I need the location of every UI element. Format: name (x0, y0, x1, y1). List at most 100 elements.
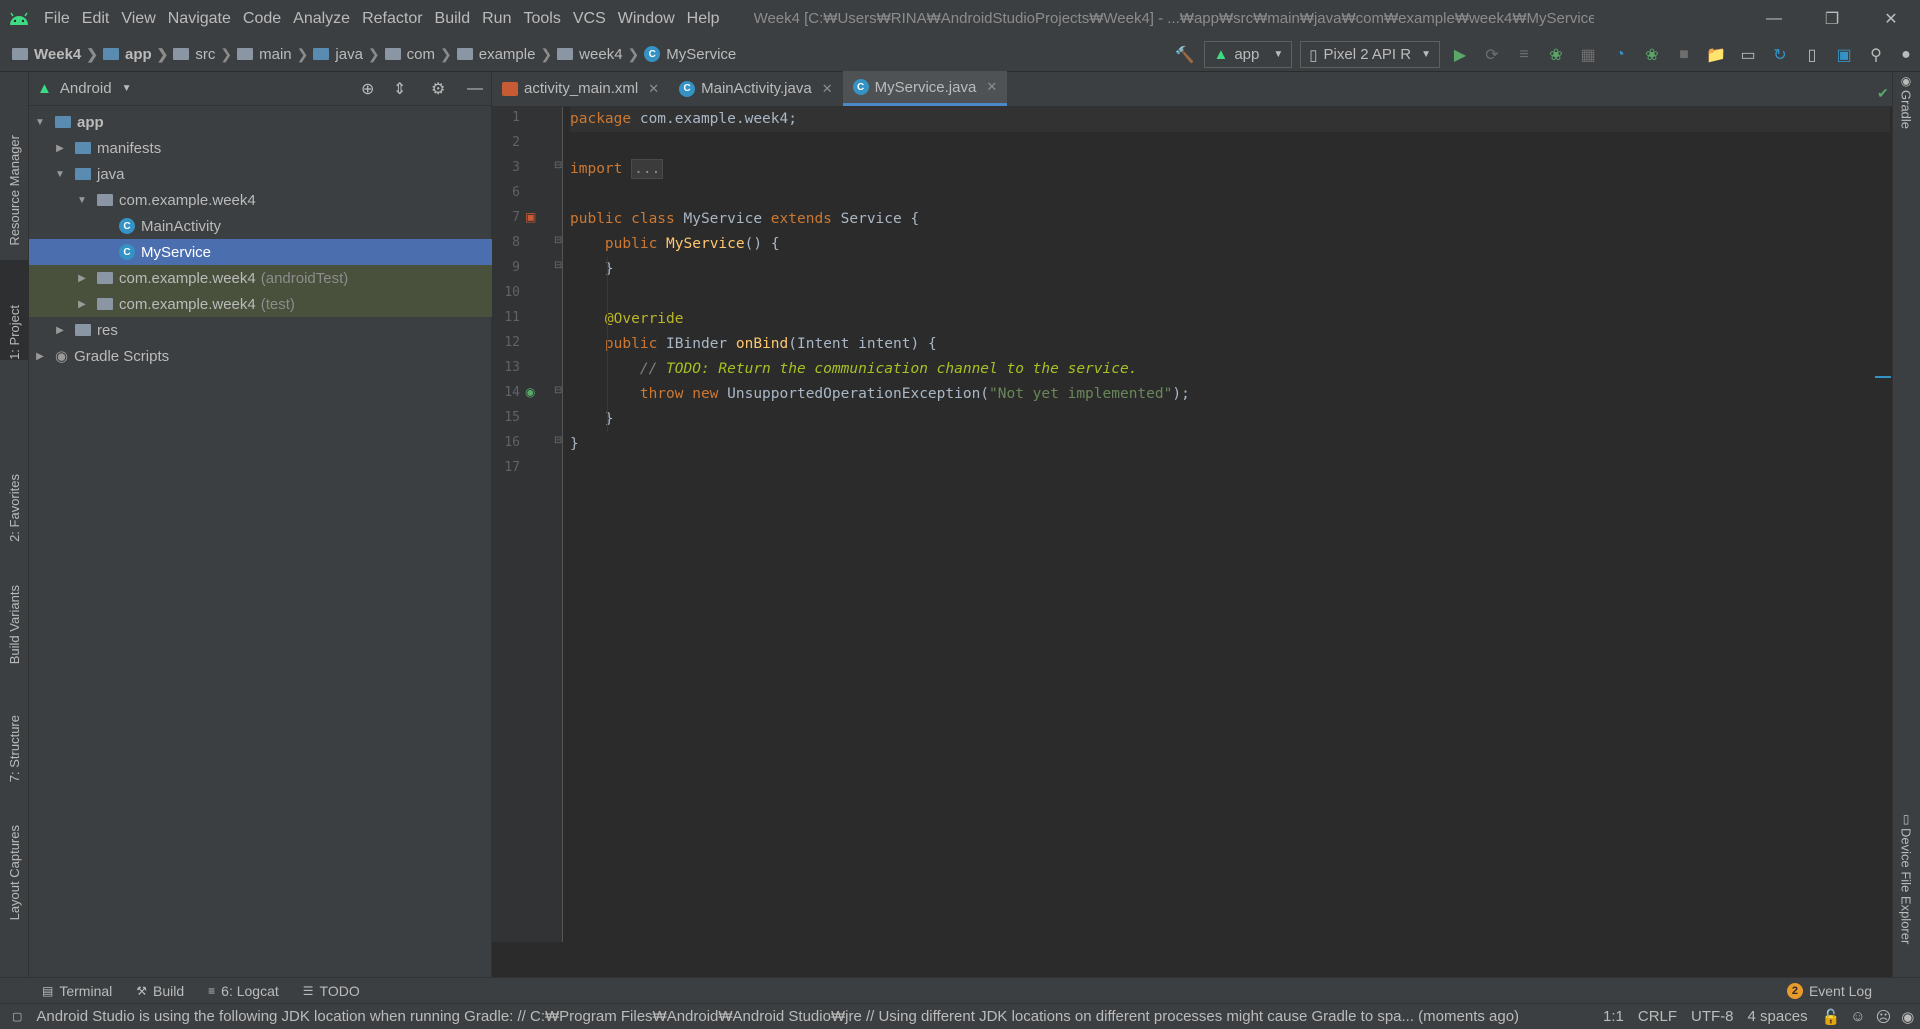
menu-vcs[interactable]: VCS (567, 0, 612, 37)
close-window-button[interactable]: ✕ (1862, 0, 1920, 37)
fold-icon[interactable]: ⊟ (554, 160, 562, 171)
breadcrumb-src[interactable]: src ❯ (173, 37, 237, 72)
tab-build-variants[interactable]: Build Variants (0, 564, 29, 664)
menu-refactor[interactable]: Refactor (356, 0, 428, 37)
menu-tools[interactable]: Tools (517, 0, 566, 37)
close-icon[interactable]: ✕ (986, 79, 997, 95)
collapse-arrow-icon[interactable]: ▶ (53, 143, 67, 154)
tree-item-java[interactable]: ▼ java (29, 161, 492, 187)
minimize-button[interactable]: — (1745, 0, 1803, 37)
fold-icon[interactable]: ⊟ (554, 235, 562, 246)
menu-window[interactable]: Window (612, 0, 681, 37)
gradle-sync-icon[interactable]: ↻ (1764, 37, 1796, 72)
menu-code[interactable]: Code (237, 0, 287, 37)
tree-item-mainactivity[interactable]: C MainActivity (29, 213, 492, 239)
check-icon[interactable]: ✔ (1877, 85, 1889, 102)
fold-icon[interactable]: ⊟ (554, 385, 562, 396)
sdk-manager-icon[interactable]: ▣ (1828, 37, 1860, 72)
device-select[interactable]: ▯ Pixel 2 API R ▼ (1300, 41, 1440, 68)
breadcrumb-week4[interactable]: week4 ❯ (557, 37, 644, 72)
tab-layout-captures[interactable]: Layout Captures (0, 800, 29, 920)
menu-analyze[interactable]: Analyze (287, 0, 356, 37)
folded-imports[interactable]: ... (631, 159, 664, 179)
tab-todo[interactable]: ☰ TODO (303, 983, 360, 999)
tab-project[interactable]: 1: Project (0, 260, 29, 360)
breadcrumb-project[interactable]: Week4 ❯ (12, 37, 103, 72)
tab-device-file-explorer[interactable]: ▯ Device File Explorer (1892, 812, 1920, 972)
collapse-arrow-icon[interactable]: ▶ (33, 351, 47, 362)
status-message[interactable]: Android Studio is using the following JD… (36, 1008, 1519, 1025)
menu-run[interactable]: Run (476, 0, 517, 37)
tree-item-package[interactable]: ▼ com.example.week4 (29, 187, 492, 213)
run-icon[interactable]: ▶ (1444, 37, 1476, 72)
event-log-button[interactable]: 2 Event Log (1786, 982, 1872, 999)
tool-window-toggle-icon[interactable]: ▢ (12, 1010, 22, 1023)
smile-icon[interactable]: ☺ (1850, 1008, 1865, 1025)
breadcrumb-com[interactable]: com ❯ (384, 37, 457, 72)
project-view-select[interactable]: Android (60, 80, 112, 97)
tree-item-manifests[interactable]: ▶ manifests (29, 135, 492, 161)
tree-item-gradle-scripts[interactable]: ▶ ◉ Gradle Scripts (29, 343, 492, 369)
tab-myservice-java[interactable]: C MyService.java ✕ (842, 71, 1008, 106)
tree-item-androidtest-package[interactable]: ▶ com.example.week4 (androidTest) (29, 265, 492, 291)
menu-edit[interactable]: Edit (76, 0, 116, 37)
restore-button[interactable]: ❐ (1803, 0, 1861, 37)
stop-icon[interactable]: ■ (1668, 37, 1700, 72)
tree-item-app[interactable]: ▼ app (29, 109, 492, 135)
debug-process-icon[interactable]: ❀ (1636, 37, 1668, 72)
expand-arrow-icon[interactable]: ▼ (53, 169, 67, 180)
tab-terminal[interactable]: ▤ Terminal (42, 983, 112, 999)
lock-icon[interactable]: 🔓 (1822, 1008, 1841, 1026)
service-gutter-icon[interactable]: ▣ (525, 210, 536, 224)
menu-view[interactable]: View (115, 0, 161, 37)
collapse-all-icon[interactable]: ⇕ (393, 79, 406, 99)
collapse-arrow-icon[interactable]: ▶ (53, 325, 67, 336)
breadcrumb-main[interactable]: main ❯ (237, 37, 313, 72)
chevron-down-icon[interactable]: ▼ (122, 83, 132, 94)
fold-icon[interactable]: ⊟ (554, 260, 562, 271)
indent-setting[interactable]: 4 spaces (1748, 1008, 1808, 1025)
expand-arrow-icon[interactable]: ▼ (75, 195, 89, 206)
tab-logcat[interactable]: ≡ 6: Logcat (208, 983, 279, 999)
tab-mainactivity-java[interactable]: C MainActivity.java ✕ (669, 71, 843, 106)
scroll-marker[interactable] (1875, 376, 1891, 378)
menu-navigate[interactable]: Navigate (162, 0, 237, 37)
debug-icon[interactable]: ❀ (1540, 37, 1572, 72)
gear-icon[interactable]: ⚙ (431, 79, 445, 99)
sync-project-icon[interactable]: 📁 (1700, 37, 1732, 72)
apply-changes-icon[interactable]: ⟳ (1476, 37, 1508, 72)
memory-indicator-icon[interactable]: ◉ (1901, 1008, 1914, 1026)
tab-structure[interactable]: 7: Structure (0, 692, 29, 782)
collapse-arrow-icon[interactable]: ▶ (75, 273, 89, 284)
attach-debugger-icon[interactable]: ▦ (1572, 37, 1604, 72)
profile-icon[interactable]: ◔ (1604, 37, 1636, 72)
line-separator[interactable]: CRLF (1638, 1008, 1677, 1025)
run-config-select[interactable]: ▲ app ▼ (1204, 41, 1293, 68)
menu-help[interactable]: Help (681, 0, 726, 37)
tree-item-myservice[interactable]: C MyService (29, 239, 492, 265)
breadcrumb-example[interactable]: example ❯ (456, 37, 557, 72)
override-gutter-icon[interactable]: ◉ (525, 385, 535, 399)
search-icon[interactable]: ⚲ (1860, 37, 1892, 72)
menu-file[interactable]: File (38, 0, 76, 37)
avd-manager-icon[interactable]: ▭ (1732, 37, 1764, 72)
expand-arrow-icon[interactable]: ▼ (33, 117, 47, 128)
device-manager-icon[interactable]: ▯ (1796, 37, 1828, 72)
close-icon[interactable]: ✕ (822, 81, 833, 97)
tab-activity-main-xml[interactable]: activity_main.xml ✕ (492, 71, 669, 106)
tab-favorites[interactable]: 2: Favorites (0, 442, 29, 542)
breadcrumb-file[interactable]: C MyService (644, 37, 736, 72)
menu-build[interactable]: Build (429, 0, 477, 37)
tab-resource-manager[interactable]: Resource Manager (0, 86, 29, 246)
close-icon[interactable]: ✕ (648, 81, 659, 97)
fold-icon[interactable]: ⊟ (554, 435, 562, 446)
hide-icon[interactable]: — (467, 80, 483, 98)
account-icon[interactable]: ● (1892, 37, 1920, 72)
tree-item-test-package[interactable]: ▶ com.example.week4 (test) (29, 291, 492, 317)
apply-code-changes-icon[interactable]: ≡ (1508, 37, 1540, 72)
locate-icon[interactable]: ⊕ (361, 79, 374, 99)
make-project-icon[interactable]: 🔨 (1168, 37, 1200, 72)
breadcrumb-module[interactable]: app ❯ (103, 37, 173, 72)
tab-build[interactable]: ⚒ Build (136, 983, 184, 999)
tree-item-res[interactable]: ▶ res (29, 317, 492, 343)
